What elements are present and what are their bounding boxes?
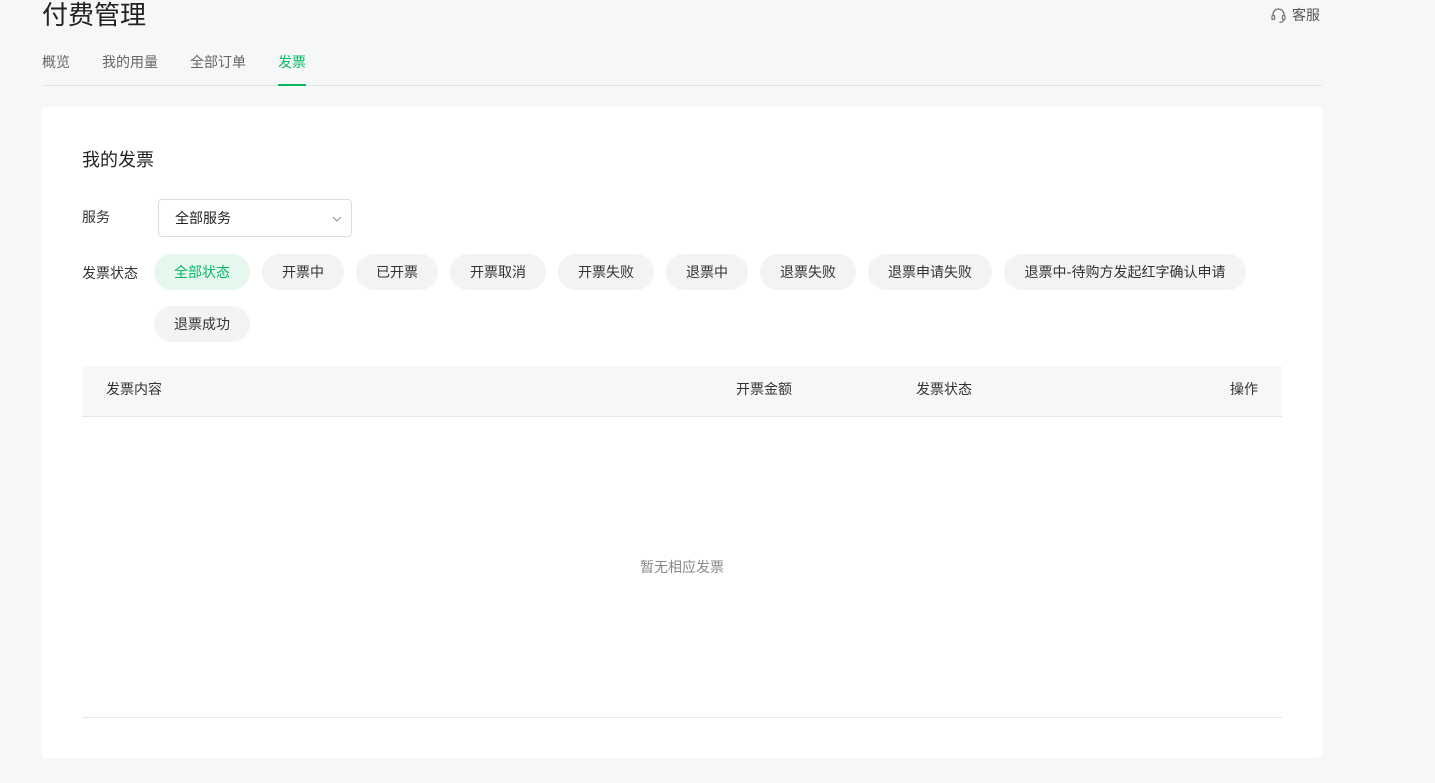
status-chip-refund-apply-failed[interactable]: 退票申请失败 xyxy=(868,254,992,290)
service-filter-label: 服务 xyxy=(82,210,110,226)
status-chip-all[interactable]: 全部状态 xyxy=(154,254,250,290)
status-chip-cancelled[interactable]: 开票取消 xyxy=(450,254,546,290)
tab-invoices[interactable]: 发票 xyxy=(278,44,306,86)
status-chip-refunded[interactable]: 退票成功 xyxy=(154,306,250,342)
support-label: 客服 xyxy=(1292,8,1320,24)
page-title: 付费管理 xyxy=(42,1,147,31)
headset-icon xyxy=(1270,7,1292,24)
billing-page: 付费管理 客服 概览 我的用量 全部订单 发票 我的发票 服务 全部服务 发票状… xyxy=(0,0,1435,783)
column-header-amount: 开票金额 xyxy=(736,382,792,398)
status-chip-failed[interactable]: 开票失败 xyxy=(558,254,654,290)
column-header-actions: 操作 xyxy=(1230,382,1258,398)
chevron-down-icon xyxy=(331,213,343,229)
status-chip-issued[interactable]: 已开票 xyxy=(356,254,438,290)
card-title: 我的发票 xyxy=(82,150,154,171)
column-header-status: 发票状态 xyxy=(916,382,972,398)
invoice-card: 我的发票 服务 全部服务 发票状态 全部状态 开票中 已开票 开票取消 开票失败… xyxy=(42,107,1322,758)
empty-state: 暂无相应发票 xyxy=(82,417,1282,718)
service-select-value: 全部服务 xyxy=(175,211,231,227)
tab-overview[interactable]: 概览 xyxy=(42,44,70,85)
status-chip-issuing[interactable]: 开票中 xyxy=(262,254,344,290)
status-chip-refunding[interactable]: 退票中 xyxy=(666,254,748,290)
tab-bar: 概览 我的用量 全部订单 发票 xyxy=(42,44,1322,86)
service-select[interactable]: 全部服务 xyxy=(158,199,352,237)
column-header-content: 发票内容 xyxy=(106,382,162,398)
status-filter-label: 发票状态 xyxy=(82,266,138,282)
status-chip-refund-failed[interactable]: 退票失败 xyxy=(760,254,856,290)
table-header: 发票内容 开票金额 发票状态 操作 xyxy=(82,366,1282,417)
support-button[interactable]: 客服 xyxy=(1270,4,1320,26)
tab-usage[interactable]: 我的用量 xyxy=(102,44,158,85)
status-chip-refunding-red-confirm[interactable]: 退票中-待购方发起红字确认申请 xyxy=(1004,254,1246,290)
tab-orders[interactable]: 全部订单 xyxy=(190,44,246,85)
empty-state-text: 暂无相应发票 xyxy=(640,560,724,576)
